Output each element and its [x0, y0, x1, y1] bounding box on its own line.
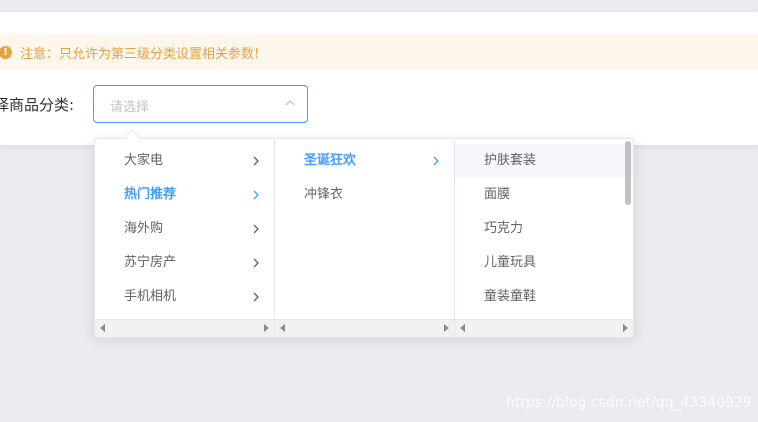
form-card: ! 注意：只允许为第三级分类设置相关参数! 择商品分类: 请选择: [0, 12, 758, 145]
option-label: 冲锋衣: [304, 187, 344, 202]
option-label: 面膜: [484, 187, 511, 202]
scroll-right-icon[interactable]: [444, 324, 449, 332]
scroll-left-icon[interactable]: [100, 324, 105, 332]
vertical-scrollbar-thumb[interactable]: [625, 141, 631, 205]
option-label: 苏宁房产: [124, 255, 177, 270]
cascader-option[interactable]: 大家电: [95, 144, 274, 178]
horizontal-scrollbar[interactable]: [455, 319, 633, 337]
chevron-up-icon: [285, 100, 295, 106]
cascader-menu-level-2: 圣诞狂欢 冲锋衣: [275, 139, 455, 337]
cascader-option[interactable]: 童装童鞋: [455, 280, 633, 314]
cascader-option[interactable]: 护肤套装: [455, 144, 633, 178]
cascader-menu-level-1: 大家电 热门推荐 海外购 苏宁房产 手机相机: [95, 139, 275, 337]
scroll-left-icon[interactable]: [460, 324, 465, 332]
warning-icon: !: [0, 45, 12, 59]
category-cascader-select[interactable]: 请选择: [93, 85, 308, 123]
option-label: 热门推荐: [124, 187, 177, 202]
scroll-right-icon[interactable]: [264, 324, 269, 332]
horizontal-scrollbar[interactable]: [275, 319, 454, 337]
cascader-option[interactable]: 儿童玩具: [455, 246, 633, 280]
chevron-right-icon: [253, 190, 259, 200]
chevron-right-icon: [253, 258, 259, 268]
cascader-option[interactable]: 手机相机: [95, 280, 274, 314]
chevron-right-icon: [253, 156, 259, 166]
option-label: 海外购: [124, 221, 164, 236]
cascader-menu-level-3: 护肤套装 面膜 巧克力 儿童玩具 童装童鞋: [455, 139, 633, 337]
cascader-option[interactable]: 冲锋衣: [275, 178, 454, 212]
category-label: 择商品分类:: [0, 96, 75, 114]
cascader-option[interactable]: 巧克力: [455, 212, 633, 246]
warning-alert: ! 注意：只允许为第三级分类设置相关参数!: [0, 34, 758, 70]
option-label: 巧克力: [484, 221, 524, 236]
option-label: 儿童玩具: [484, 255, 537, 270]
option-label: 圣诞狂欢: [304, 153, 357, 168]
option-label: 护肤套装: [484, 153, 537, 168]
chevron-right-icon: [433, 156, 439, 166]
cascader-option[interactable]: 面膜: [455, 178, 633, 212]
option-label: 童装童鞋: [484, 289, 537, 304]
horizontal-scrollbar[interactable]: [95, 319, 274, 337]
alert-text: 注意：只允许为第三级分类设置相关参数!: [20, 46, 260, 62]
option-label: 大家电: [124, 153, 164, 168]
chevron-right-icon: [253, 224, 259, 234]
scroll-left-icon[interactable]: [280, 324, 285, 332]
cascader-option[interactable]: 热门推荐: [95, 178, 274, 212]
option-label: 手机相机: [124, 289, 177, 304]
cascader-option[interactable]: 海外购: [95, 212, 274, 246]
cascader-dropdown: 大家电 热门推荐 海外购 苏宁房产 手机相机 圣诞狂欢 冲锋衣 护肤套装 面膜 …: [94, 138, 634, 338]
select-placeholder: 请选择: [110, 100, 150, 115]
cascader-option[interactable]: 圣诞狂欢: [275, 144, 454, 178]
chevron-right-icon: [253, 292, 259, 302]
watermark-text: https://blog.csdn.net/qq_43340929: [506, 395, 752, 411]
cascader-option[interactable]: 苏宁房产: [95, 246, 274, 280]
scroll-right-icon[interactable]: [623, 324, 628, 332]
